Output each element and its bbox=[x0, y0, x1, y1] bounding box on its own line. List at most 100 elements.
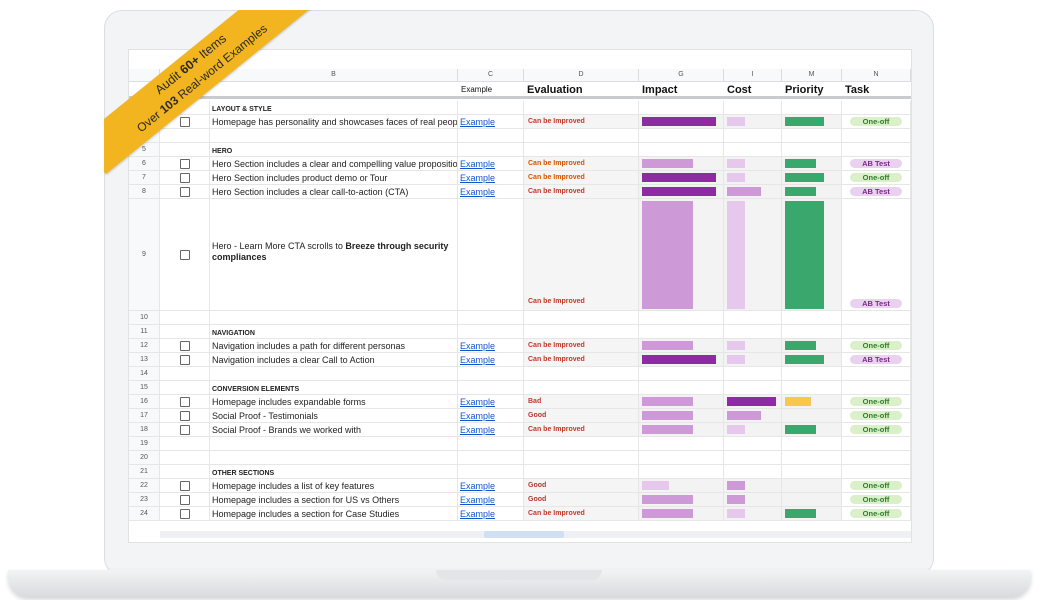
evaluation-cell bbox=[524, 367, 639, 380]
ab-test-chip[interactable]: AB Test bbox=[850, 355, 902, 364]
one-off-chip[interactable]: One-off bbox=[850, 341, 902, 350]
evaluation-cell: Can be Improved bbox=[524, 115, 639, 128]
one-off-chip[interactable]: One-off bbox=[850, 397, 902, 406]
row-number[interactable]: 24 bbox=[129, 507, 160, 520]
row-number[interactable]: 11 bbox=[129, 325, 160, 338]
evaluation-label: Good bbox=[528, 482, 547, 489]
cost-bar bbox=[727, 355, 746, 364]
example-link bbox=[458, 101, 524, 114]
priority-cell bbox=[782, 507, 842, 520]
priority-cell bbox=[782, 353, 842, 366]
row-number[interactable]: 21 bbox=[129, 465, 160, 478]
example-link[interactable]: Example bbox=[458, 479, 524, 492]
one-off-chip[interactable]: One-off bbox=[850, 173, 902, 182]
checkbox-cell bbox=[160, 325, 210, 338]
one-off-chip[interactable]: One-off bbox=[850, 425, 902, 434]
row-number[interactable]: 17 bbox=[129, 409, 160, 422]
task-cell bbox=[842, 129, 911, 142]
priority-bar bbox=[785, 201, 824, 309]
example-link bbox=[458, 325, 524, 338]
evaluation-label: Can be Improved bbox=[528, 174, 585, 181]
item-description: Navigation includes a path for different… bbox=[210, 339, 458, 352]
laptop-notch bbox=[436, 570, 602, 580]
row-number[interactable]: 20 bbox=[129, 451, 160, 464]
example-link bbox=[458, 465, 524, 478]
evaluation-label: Can be Improved bbox=[528, 118, 585, 125]
ab-test-chip[interactable]: AB Test bbox=[850, 159, 902, 168]
cost-cell bbox=[724, 353, 782, 366]
checkbox-cell bbox=[160, 353, 210, 366]
priority-cell bbox=[782, 325, 842, 338]
task-cell: One-off bbox=[842, 423, 911, 436]
evaluation-cell: Can be Improved bbox=[524, 339, 639, 352]
one-off-chip[interactable]: One-off bbox=[850, 411, 902, 420]
one-off-chip[interactable]: One-off bbox=[850, 509, 902, 518]
task-cell bbox=[842, 311, 911, 324]
one-off-chip[interactable]: One-off bbox=[850, 117, 902, 126]
example-link[interactable]: Example bbox=[458, 339, 524, 352]
one-off-chip[interactable]: One-off bbox=[850, 481, 902, 490]
scrollbar-thumb[interactable] bbox=[484, 531, 564, 538]
ab-test-chip[interactable]: AB Test bbox=[850, 187, 902, 196]
header-priority: Priority bbox=[785, 84, 824, 96]
example-link[interactable]: Example bbox=[458, 171, 524, 184]
example-link[interactable]: Example bbox=[458, 423, 524, 436]
cost-cell bbox=[724, 451, 782, 464]
table-row: 24 Homepage includes a section for Case S… bbox=[129, 507, 911, 521]
example-link[interactable]: Example bbox=[458, 507, 524, 520]
example-link[interactable]: Example bbox=[458, 115, 524, 128]
horizontal-scrollbar[interactable] bbox=[160, 531, 911, 538]
example-link[interactable]: Example bbox=[458, 493, 524, 506]
task-cell: One-off bbox=[842, 493, 911, 506]
checkbox-cell bbox=[160, 437, 210, 450]
row-number[interactable]: 14 bbox=[129, 367, 160, 380]
impact-bar bbox=[642, 495, 693, 504]
row-number[interactable]: 15 bbox=[129, 381, 160, 394]
row-checkbox[interactable] bbox=[180, 397, 190, 407]
col-d-header[interactable]: D bbox=[524, 69, 639, 81]
col-c-header[interactable]: C bbox=[458, 69, 524, 81]
example-link[interactable]: Example bbox=[458, 409, 524, 422]
row-checkbox[interactable] bbox=[180, 355, 190, 365]
task-cell bbox=[842, 367, 911, 380]
row-number[interactable]: 18 bbox=[129, 423, 160, 436]
example-link[interactable]: Example bbox=[458, 185, 524, 198]
row-number[interactable]: 13 bbox=[129, 353, 160, 366]
row-number[interactable]: 10 bbox=[129, 311, 160, 324]
col-i-header[interactable]: I bbox=[724, 69, 782, 81]
checkbox-cell bbox=[160, 451, 210, 464]
one-off-chip[interactable]: One-off bbox=[850, 495, 902, 504]
impact-cell bbox=[639, 101, 724, 114]
example-link[interactable]: Example bbox=[458, 353, 524, 366]
cost-cell bbox=[724, 185, 782, 198]
task-cell: AB Test bbox=[842, 185, 911, 198]
item-description: CONVERSION ELEMENTS bbox=[210, 381, 458, 394]
col-m-header[interactable]: M bbox=[782, 69, 842, 81]
row-checkbox[interactable] bbox=[180, 481, 190, 491]
ab-test-chip[interactable]: AB Test bbox=[850, 299, 902, 308]
row-checkbox[interactable] bbox=[180, 425, 190, 435]
row-checkbox[interactable] bbox=[180, 509, 190, 519]
row-checkbox[interactable] bbox=[180, 411, 190, 421]
impact-bar bbox=[642, 159, 693, 168]
row-number[interactable]: 22 bbox=[129, 479, 160, 492]
example-link[interactable]: Example bbox=[458, 157, 524, 170]
table-row: 23 Homepage includes a section for US vs … bbox=[129, 493, 911, 507]
priority-cell bbox=[782, 171, 842, 184]
priority-cell bbox=[782, 437, 842, 450]
col-n-header[interactable]: N bbox=[842, 69, 911, 81]
row-checkbox[interactable] bbox=[180, 495, 190, 505]
evaluation-cell: Can be Improved bbox=[524, 507, 639, 520]
cost-bar bbox=[727, 341, 746, 350]
row-checkbox[interactable] bbox=[180, 250, 190, 260]
cost-cell bbox=[724, 325, 782, 338]
col-g-header[interactable]: G bbox=[639, 69, 724, 81]
row-checkbox[interactable] bbox=[180, 341, 190, 351]
row-number[interactable]: 16 bbox=[129, 395, 160, 408]
priority-cell bbox=[782, 157, 842, 170]
example-link[interactable]: Example bbox=[458, 395, 524, 408]
task-cell: One-off bbox=[842, 479, 911, 492]
row-number[interactable]: 12 bbox=[129, 339, 160, 352]
row-number[interactable]: 19 bbox=[129, 437, 160, 450]
row-number[interactable]: 23 bbox=[129, 493, 160, 506]
